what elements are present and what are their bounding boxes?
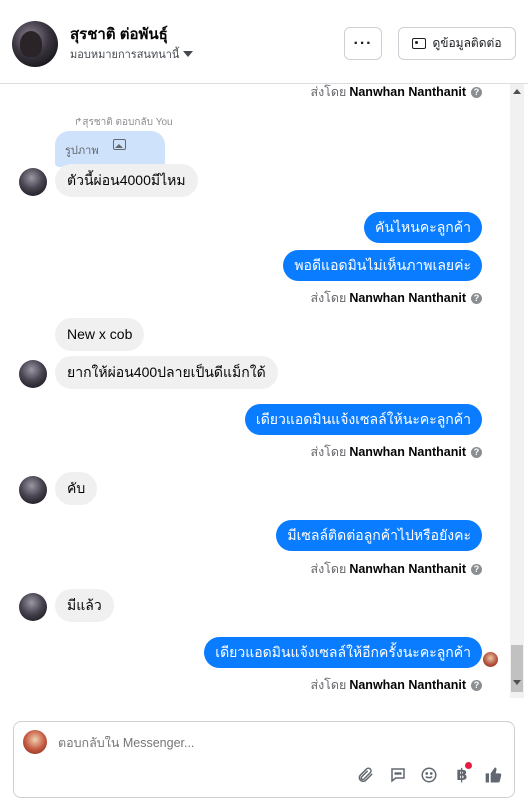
emoji-icon[interactable] [418, 764, 440, 786]
incoming-message[interactable]: คับ [55, 472, 98, 505]
sent-by-line: ส่งโดย Nanwhan Nanthanit ? [310, 559, 482, 579]
info-icon[interactable]: ? [471, 446, 482, 458]
contact-avatar-small [19, 168, 47, 196]
outgoing-message[interactable]: เดียวแอดมินแจ้งเซลล์ให้นะคะลูกค้า [244, 404, 482, 435]
baht-payment-icon[interactable]: ฿ [451, 762, 473, 786]
sent-by-line: ส่งโดย Nanwhan Nanthanit ? [310, 675, 482, 695]
page-avatar [23, 730, 47, 754]
incoming-message[interactable]: ยากให้ผ่อน400ปลายเป็นดีแม็กใด้ [55, 356, 278, 389]
contact-avatar[interactable] [12, 21, 58, 67]
reply-note: ↱สุรชาติ ตอบกลับ You [74, 117, 173, 128]
contact-avatar-small [19, 360, 47, 388]
seen-receipt-avatar [483, 652, 498, 667]
message-composer: ฿ [13, 721, 515, 798]
info-icon[interactable]: ? [471, 679, 482, 691]
incoming-message[interactable]: มีแล้ว [55, 589, 114, 622]
conversation-header: สุรชาติ ต่อพันธุ์ มอบหมายการสนทนานี้ ···… [0, 0, 528, 84]
incoming-message[interactable]: ตัวนี้ผ่อน4000มีไหม [55, 164, 198, 197]
outgoing-message[interactable]: มีเซลล์ติดต่อลูกค้าไปหรือยังคะ [276, 520, 482, 551]
outgoing-message[interactable]: พอดีแอดมินไม่เห็นภาพเลยค่ะ [283, 250, 482, 281]
more-options-button[interactable]: ··· [344, 27, 382, 60]
incoming-message[interactable]: New x cob [55, 318, 145, 351]
assign-conversation-label: มอบหมายการสนทนานี้ [70, 49, 180, 61]
sent-by-line: ส่งโดย Nanwhan Nanthanit ? [310, 442, 482, 462]
contact-avatar-small [19, 476, 47, 504]
caret-down-icon [183, 51, 194, 57]
outgoing-message[interactable]: คันไหนคะลูกค้า [364, 212, 482, 243]
contact-name[interactable]: สุรชาติ ต่อพันธุ์ [70, 22, 168, 46]
quoted-message[interactable]: รูปภาพ [55, 131, 165, 167]
contact-avatar-small [19, 593, 47, 621]
assign-conversation-dropdown[interactable]: มอบหมายการสนทนานี้ [70, 45, 194, 63]
like-icon[interactable] [483, 764, 505, 786]
view-contact-label: ดูข้อมูลติดต่อ [432, 36, 502, 50]
view-contact-button[interactable]: ดูข้อมูลติดต่อ [398, 27, 516, 60]
image-icon [112, 139, 126, 150]
reply-input[interactable] [58, 736, 358, 750]
scrollbar-track[interactable] [510, 84, 524, 698]
info-icon[interactable]: ? [471, 563, 482, 575]
info-icon[interactable]: ? [471, 86, 482, 98]
contact-card-icon [412, 38, 427, 49]
notification-dot [465, 762, 472, 769]
sent-by-line: ส่งโดย Nanwhan Nanthanit ? [310, 82, 482, 102]
scroll-down-arrow-icon[interactable] [513, 680, 521, 685]
scroll-up-arrow-icon[interactable] [513, 89, 521, 94]
outgoing-message[interactable]: เดียวแอดมินแจ้งเซลล์ให้อีกครั้งนะคะลูกค้… [204, 637, 482, 668]
info-icon[interactable]: ? [471, 292, 482, 304]
attachment-icon[interactable] [354, 764, 376, 786]
sent-by-line: ส่งโดย Nanwhan Nanthanit ? [310, 288, 482, 308]
saved-reply-icon[interactable] [387, 764, 409, 786]
